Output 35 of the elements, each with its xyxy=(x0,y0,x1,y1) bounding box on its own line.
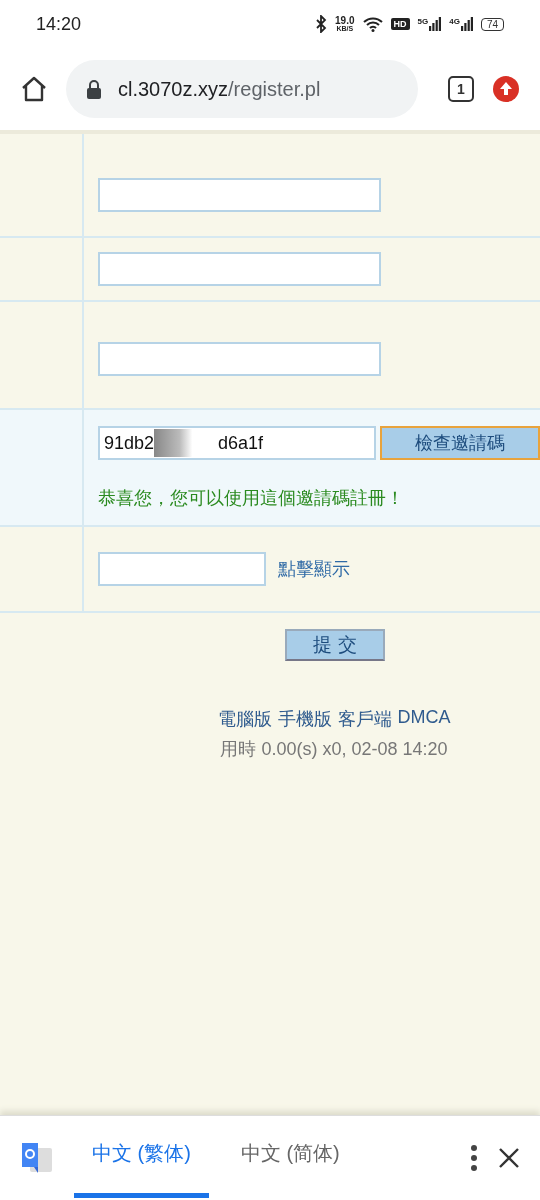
upload-icon[interactable] xyxy=(492,75,520,103)
footer-link[interactable]: 手機版 xyxy=(277,707,332,731)
invite-code-field[interactable]: 91db2 d6a1f xyxy=(98,426,376,460)
close-icon[interactable] xyxy=(498,1147,520,1169)
translate-icon[interactable] xyxy=(20,1141,54,1175)
success-message: 恭喜您，您可以使用這個邀請碼註冊！ xyxy=(98,487,405,510)
address-bar[interactable]: cl.3070z.xyz/register.pl xyxy=(66,60,418,118)
network-speed: 19.0 xyxy=(335,15,355,25)
bluetooth-icon xyxy=(315,15,328,33)
show-captcha-link[interactable]: 點擊顯示 xyxy=(278,557,350,581)
url-text: cl.3070z.xyz/register.pl xyxy=(118,77,321,101)
footer-link[interactable]: 客戶端 xyxy=(337,707,392,731)
hd-badge: HD xyxy=(390,18,410,30)
wifi-icon xyxy=(362,16,383,32)
language-tab[interactable]: 中文 (简体) xyxy=(222,1118,358,1198)
page-timing: 用時 0.00(s) x0, 02-08 14:20 xyxy=(220,738,448,761)
text-field[interactable] xyxy=(98,252,381,286)
footer-link[interactable]: 電腦版 xyxy=(217,707,272,731)
check-invite-button[interactable]: 檢查邀請碼 xyxy=(380,426,540,460)
battery-level: 74 xyxy=(480,17,504,31)
status-time: 14:20 xyxy=(36,13,82,35)
more-icon[interactable] xyxy=(470,1145,478,1171)
signal-icon xyxy=(429,17,442,31)
signal-icon xyxy=(460,17,473,31)
home-icon[interactable] xyxy=(20,75,48,103)
lock-icon xyxy=(86,79,102,99)
language-tab[interactable]: 中文 (繁体) xyxy=(74,1118,209,1198)
network-label: 4G xyxy=(449,17,460,26)
submit-button[interactable]: 提 交 xyxy=(285,629,385,661)
footer-link[interactable]: DMCA xyxy=(397,707,451,731)
tab-count-button[interactable]: 1 xyxy=(448,76,474,102)
captcha-field[interactable] xyxy=(98,552,266,586)
network-label: 5G xyxy=(417,17,429,26)
text-field[interactable] xyxy=(98,342,381,376)
text-field[interactable] xyxy=(98,178,381,212)
